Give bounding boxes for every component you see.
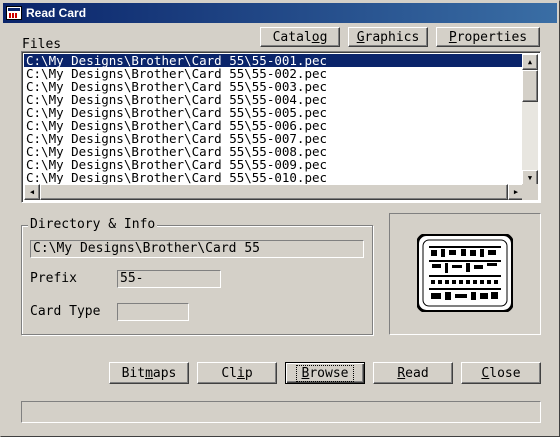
clip-button-label: Clip bbox=[221, 365, 253, 381]
graphics-button[interactable]: Graphics bbox=[348, 27, 428, 47]
scroll-up-icon[interactable]: ▲ bbox=[522, 54, 538, 70]
embroidery-card-thumbnail-icon bbox=[417, 234, 513, 312]
prefix-label: Prefix bbox=[30, 271, 77, 286]
app-icon[interactable] bbox=[6, 6, 22, 20]
title-bar[interactable]: Read Card bbox=[3, 3, 557, 23]
catalog-button[interactable]: Catalog bbox=[260, 27, 340, 47]
clip-button[interactable]: Clip bbox=[197, 362, 277, 384]
card-type-field bbox=[117, 303, 189, 321]
directory-info-group: Directory & Info C:\My Designs\Brother\C… bbox=[21, 217, 373, 335]
horizontal-scrollbar[interactable]: ◀ ▶ bbox=[24, 184, 524, 200]
files-label: Files bbox=[22, 37, 62, 52]
vertical-scrollbar[interactable]: ▲ ▼ bbox=[522, 54, 538, 186]
card-type-label: Card Type bbox=[30, 304, 101, 319]
directory-field: C:\My Designs\Brother\Card 55 bbox=[30, 240, 364, 258]
close-button[interactable]: Close bbox=[461, 362, 541, 384]
horizontal-scroll-thumb[interactable] bbox=[40, 184, 508, 200]
properties-button-label: Properties bbox=[448, 29, 528, 45]
close-button-label: Close bbox=[481, 365, 521, 381]
read-button-label: Read bbox=[397, 365, 429, 381]
graphics-button-label: Graphics bbox=[356, 29, 420, 45]
directory-info-title: Directory & Info bbox=[28, 217, 158, 232]
status-bar bbox=[21, 401, 541, 423]
browse-button[interactable]: Browse bbox=[285, 362, 365, 384]
catalog-button-label: Catalog bbox=[272, 29, 328, 45]
scrollbar-corner bbox=[522, 184, 538, 200]
prefix-field[interactable]: 55- bbox=[117, 270, 221, 288]
read-button[interactable]: Read bbox=[373, 362, 453, 384]
file-list[interactable]: C:\My Designs\Brother\Card 55\55-001.pec… bbox=[21, 51, 541, 203]
browse-button-label: Browse bbox=[295, 364, 355, 382]
vertical-scroll-thumb[interactable] bbox=[522, 70, 538, 102]
bitmaps-button-label: Bitmaps bbox=[121, 365, 177, 381]
properties-button[interactable]: Properties bbox=[436, 27, 540, 47]
scroll-left-icon[interactable]: ◀ bbox=[24, 184, 40, 200]
read-card-window: Read Card Catalog Graphics Properties Fi… bbox=[0, 0, 560, 437]
file-list-items: C:\My Designs\Brother\Card 55\55-001.pec… bbox=[24, 54, 524, 188]
design-preview-panel bbox=[389, 213, 541, 335]
window-title: Read Card bbox=[26, 6, 87, 20]
bitmaps-button[interactable]: Bitmaps bbox=[109, 362, 189, 384]
